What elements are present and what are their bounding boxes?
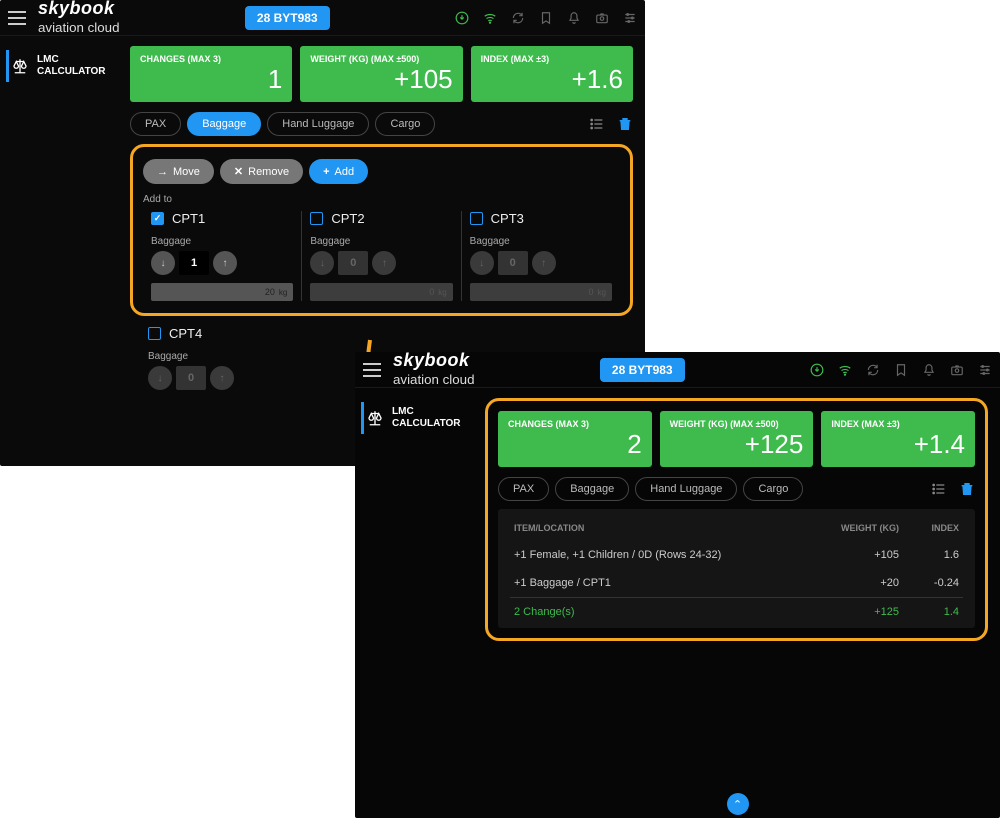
flight-chip[interactable]: 28 BYT983 bbox=[245, 6, 330, 30]
compartment-cpt3: CPT3 Baggage ↓ ↑ 0kg bbox=[461, 211, 620, 301]
scroll-up-fab[interactable]: ⌃ bbox=[727, 793, 749, 815]
metric-index: INDEX (MAX ±3)+1.6 bbox=[471, 46, 633, 102]
tab-baggage[interactable]: Baggage bbox=[555, 477, 629, 501]
metric-index: INDEX (MAX ±3)+1.4 bbox=[821, 411, 975, 467]
col-weight: WEIGHT (KG) bbox=[823, 515, 903, 541]
checkbox-cpt3[interactable] bbox=[470, 212, 483, 225]
highlight-add-panel: →Move ✕Remove +Add Add to CPT1 Baggage ↓… bbox=[130, 144, 633, 316]
increment-button[interactable]: ↑ bbox=[532, 251, 556, 275]
bell-icon[interactable] bbox=[922, 363, 936, 377]
compartment-cpt1: CPT1 Baggage ↓ ↑ 20kg bbox=[143, 211, 301, 301]
tab-pax[interactable]: PAX bbox=[130, 112, 181, 136]
decrement-button[interactable]: ↓ bbox=[470, 251, 494, 275]
decrement-button[interactable]: ↓ bbox=[310, 251, 334, 275]
remove-button[interactable]: ✕Remove bbox=[220, 159, 303, 184]
table-row[interactable]: +1 Baggage / CPT1+20-0.24 bbox=[510, 569, 963, 598]
download-icon[interactable] bbox=[810, 363, 824, 377]
sidebar-label: LMC CALCULATOR bbox=[392, 406, 461, 430]
weight-display: 0kg bbox=[310, 283, 452, 301]
bookmark-icon[interactable] bbox=[894, 363, 908, 377]
camera-icon[interactable] bbox=[595, 11, 609, 25]
trash-icon[interactable] bbox=[617, 116, 633, 132]
tab-pax[interactable]: PAX bbox=[498, 477, 549, 501]
flight-chip[interactable]: 28 BYT983 bbox=[600, 358, 685, 382]
tab-hand-luggage[interactable]: Hand Luggage bbox=[267, 112, 369, 136]
compartment-cpt2: CPT2 Baggage ↓ ↑ 0kg bbox=[301, 211, 460, 301]
weight-display: 20kg bbox=[151, 283, 293, 301]
tab-hand-luggage[interactable]: Hand Luggage bbox=[635, 477, 737, 501]
sidebar: LMC CALCULATOR bbox=[0, 36, 120, 466]
increment-button[interactable]: ↑ bbox=[210, 366, 234, 390]
col-index: INDEX bbox=[903, 515, 963, 541]
category-tabs: PAX Baggage Hand Luggage Cargo bbox=[130, 112, 633, 136]
sidebar-item-lmc[interactable]: LMC CALCULATOR bbox=[361, 402, 469, 434]
list-view-icon[interactable] bbox=[589, 116, 605, 132]
checkbox-cpt2[interactable] bbox=[310, 212, 323, 225]
metrics-row: CHANGES (MAX 3)2 WEIGHT (KG) (MAX ±500)+… bbox=[498, 411, 975, 467]
topbar: skybook aviation cloud 28 BYT983 bbox=[0, 0, 645, 36]
trash-icon[interactable] bbox=[959, 481, 975, 497]
metric-weight: WEIGHT (KG) (MAX ±500)+105 bbox=[300, 46, 462, 102]
topbar-icons bbox=[455, 11, 637, 25]
scales-icon bbox=[11, 57, 29, 75]
add-button[interactable]: +Add bbox=[309, 159, 368, 184]
refresh-icon[interactable] bbox=[511, 11, 525, 25]
col-item: ITEM/LOCATION bbox=[510, 515, 823, 541]
settings-icon[interactable] bbox=[978, 363, 992, 377]
download-icon[interactable] bbox=[455, 11, 469, 25]
wifi-icon[interactable] bbox=[838, 363, 852, 377]
checkbox-cpt1[interactable] bbox=[151, 212, 164, 225]
refresh-icon[interactable] bbox=[866, 363, 880, 377]
topbar: skybook aviation cloud 28 BYT983 bbox=[355, 352, 1000, 388]
sidebar-label: LMC CALCULATOR bbox=[37, 54, 106, 78]
sidebar: LMC CALCULATOR bbox=[355, 388, 475, 818]
camera-icon[interactable] bbox=[950, 363, 964, 377]
menu-icon[interactable] bbox=[8, 11, 26, 25]
highlight-summary-panel: CHANGES (MAX 3)2 WEIGHT (KG) (MAX ±500)+… bbox=[485, 398, 988, 641]
settings-icon[interactable] bbox=[623, 11, 637, 25]
topbar-icons bbox=[810, 363, 992, 377]
metric-changes: CHANGES (MAX 3)1 bbox=[130, 46, 292, 102]
addto-label: Add to bbox=[143, 194, 620, 205]
sidebar-item-lmc[interactable]: LMC CALCULATOR bbox=[6, 50, 114, 82]
menu-icon[interactable] bbox=[363, 363, 381, 377]
list-view-icon[interactable] bbox=[931, 481, 947, 497]
tab-cargo[interactable]: Cargo bbox=[743, 477, 803, 501]
tab-baggage[interactable]: Baggage bbox=[187, 112, 261, 136]
app-logo: skybook aviation cloud bbox=[393, 352, 475, 389]
logo-subtext: aviation cloud bbox=[393, 372, 475, 387]
baggage-count-input[interactable] bbox=[176, 366, 206, 390]
table-row[interactable]: +1 Female, +1 Children / 0D (Rows 24-32)… bbox=[510, 541, 963, 569]
app-logo: skybook aviation cloud bbox=[38, 0, 120, 37]
metric-changes: CHANGES (MAX 3)2 bbox=[498, 411, 652, 467]
scales-icon bbox=[366, 409, 384, 427]
baggage-count-input[interactable] bbox=[498, 251, 528, 275]
changes-table: ITEM/LOCATION WEIGHT (KG) INDEX +1 Femal… bbox=[510, 515, 963, 626]
move-button[interactable]: →Move bbox=[143, 159, 214, 184]
baggage-count-input[interactable] bbox=[179, 251, 209, 275]
increment-button[interactable]: ↑ bbox=[372, 251, 396, 275]
baggage-count-input[interactable] bbox=[338, 251, 368, 275]
table-total-row: 2 Change(s)+1251.4 bbox=[510, 598, 963, 627]
weight-display: 0kg bbox=[470, 283, 612, 301]
decrement-button[interactable]: ↓ bbox=[148, 366, 172, 390]
bell-icon[interactable] bbox=[567, 11, 581, 25]
wifi-icon[interactable] bbox=[483, 11, 497, 25]
bookmark-icon[interactable] bbox=[539, 11, 553, 25]
increment-button[interactable]: ↑ bbox=[213, 251, 237, 275]
category-tabs: PAX Baggage Hand Luggage Cargo bbox=[498, 477, 975, 501]
logo-subtext: aviation cloud bbox=[38, 20, 120, 35]
tab-cargo[interactable]: Cargo bbox=[375, 112, 435, 136]
decrement-button[interactable]: ↓ bbox=[151, 251, 175, 275]
logo-text: skybook bbox=[38, 0, 120, 19]
checkbox-cpt4[interactable] bbox=[148, 327, 161, 340]
app-screen-2: skybook aviation cloud 28 BYT983 LMC CAL… bbox=[355, 352, 1000, 818]
logo-text: skybook bbox=[393, 352, 475, 371]
metrics-row: CHANGES (MAX 3)1 WEIGHT (KG) (MAX ±500)+… bbox=[130, 46, 633, 102]
metric-weight: WEIGHT (KG) (MAX ±500)+125 bbox=[660, 411, 814, 467]
